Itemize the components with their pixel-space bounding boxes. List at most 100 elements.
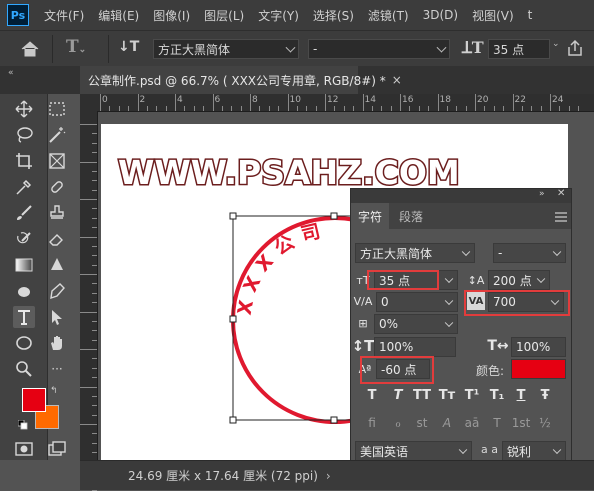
fractions-button[interactable]: ½	[536, 414, 554, 432]
gradient-tool-icon[interactable]	[13, 254, 35, 276]
dodge-tool-icon[interactable]	[13, 280, 35, 302]
zoom-tool-icon[interactable]	[13, 358, 35, 380]
pen-tool-icon[interactable]	[46, 280, 68, 302]
healing-brush-tool-icon[interactable]	[46, 176, 68, 198]
swash-button[interactable]: A	[438, 414, 456, 432]
discretionary-ligatures-button[interactable]: st	[413, 414, 431, 432]
ruler-minor-tick	[92, 452, 97, 454]
screen-mode-icon[interactable]	[46, 438, 68, 460]
tsume-field[interactable]: 0%	[374, 314, 458, 334]
tab-paragraph[interactable]: 段落	[393, 203, 429, 229]
antialias-select[interactable]: 锐利	[502, 441, 566, 461]
collapse-panel-icon[interactable]: »	[539, 189, 545, 199]
close-panel-icon[interactable]: ✕	[557, 188, 565, 199]
panel-font-family-select[interactable]: 方正大黑简体	[355, 243, 475, 263]
font-family-select[interactable]: 方正大黑简体	[153, 39, 299, 59]
superscript-button[interactable]: T¹	[463, 386, 481, 404]
horizontal-scale-field[interactable]: 100%	[511, 337, 566, 357]
menu-file[interactable]: 文件(F)	[37, 7, 91, 24]
foreground-color-swatch[interactable]	[22, 388, 46, 412]
menu-overflow[interactable]: t	[521, 8, 540, 22]
stamp-tool-icon[interactable]	[46, 202, 68, 224]
ruler-tick	[475, 94, 476, 111]
close-tab-button[interactable]: ×	[392, 73, 402, 87]
collapse-panels-icon[interactable]: «	[8, 68, 22, 78]
leading-field[interactable]: 200 点	[488, 270, 550, 290]
marquee-tool-icon[interactable]	[46, 98, 68, 120]
titling-alternates-button[interactable]: T	[488, 414, 506, 432]
language-select[interactable]: 美国英语	[355, 441, 472, 461]
antialias-value: 锐利	[507, 444, 532, 459]
path-selection-tool-icon[interactable]	[46, 306, 68, 328]
menu-view[interactable]: 视图(V)	[465, 7, 521, 24]
panel-font-family-value: 方正大黑简体	[360, 246, 433, 261]
subscript-button[interactable]: T₁	[488, 386, 506, 404]
faux-bold-button[interactable]: T	[363, 386, 381, 404]
text-color-swatch[interactable]	[511, 359, 566, 379]
vertical-ruler[interactable]	[80, 111, 98, 491]
menu-3d[interactable]: 3D(D)	[416, 8, 465, 22]
ruler-label: 6	[214, 95, 221, 105]
small-caps-button[interactable]: Tт	[438, 386, 456, 404]
font-style-select[interactable]: -	[308, 39, 450, 59]
font-size-input[interactable]: 35 点	[488, 39, 550, 59]
menu-layer[interactable]: 图层(L)	[197, 7, 251, 24]
menu-select[interactable]: 选择(S)	[306, 7, 361, 24]
status-menu-arrow[interactable]: ›	[326, 469, 331, 483]
tab-character[interactable]: 字符	[351, 203, 389, 229]
ligatures-button[interactable]: fi	[363, 414, 381, 432]
horizontal-ruler[interactable]: 0 2 4 6 8 10 12 14 16 18 20 22 24	[80, 94, 594, 112]
faux-italic-button[interactable]: T	[389, 386, 407, 404]
type-tool-preset-icon[interactable]: T⌄	[66, 37, 100, 61]
ordinals-button[interactable]: 1st	[512, 414, 531, 432]
blur-tool-icon[interactable]	[46, 254, 68, 276]
ruler-tick	[287, 94, 289, 111]
move-tool-icon[interactable]	[13, 98, 35, 120]
share-icon[interactable]	[566, 39, 586, 59]
eraser-tool-icon[interactable]	[46, 228, 68, 250]
menu-type[interactable]: 文字(Y)	[251, 7, 306, 24]
lasso-tool-icon[interactable]	[13, 124, 35, 146]
kerning-field[interactable]: 0	[376, 292, 458, 312]
strikethrough-button[interactable]: Ŧ	[536, 386, 554, 404]
options-bar: T⌄ ↓T 方正大黑简体 - ꓕT 35 点 ⌄	[0, 30, 594, 67]
hand-tool-icon[interactable]	[46, 332, 68, 354]
panel-menu-icon[interactable]	[555, 211, 567, 222]
ruler-minor-tick	[456, 106, 458, 111]
more-tools-icon[interactable]: ···	[46, 358, 68, 380]
swap-colors-icon[interactable]: ↰	[50, 386, 60, 396]
eyedropper-tool-icon[interactable]	[13, 176, 35, 198]
toggle-text-orientation-icon[interactable]: ↓T	[118, 39, 142, 59]
ruler-tick	[550, 94, 551, 111]
document-tab[interactable]: 公章制作.psd @ 66.7% ( XXX公司专用章, RGB/8#) * ×	[80, 66, 402, 94]
history-brush-tool-icon[interactable]	[13, 228, 35, 250]
document-tab-strip: « 公章制作.psd @ 66.7% ( XXX公司专用章, RGB/8#) *…	[0, 66, 594, 94]
underline-button[interactable]: T	[512, 386, 530, 404]
contextual-alternates-button[interactable]: ℴ	[389, 414, 407, 432]
quick-mask-icon[interactable]	[13, 438, 35, 460]
tools-panel: ··· ↰	[0, 94, 66, 460]
ellipse-tool-icon[interactable]	[13, 332, 35, 354]
magic-wand-tool-icon[interactable]	[46, 124, 68, 146]
ruler-tick	[80, 161, 97, 163]
menu-image[interactable]: 图像(I)	[146, 7, 197, 24]
ruler-minor-tick	[343, 106, 345, 111]
panel-header[interactable]: » ✕	[351, 188, 571, 203]
ruler-minor-tick	[92, 170, 97, 172]
vertical-scale-field[interactable]: 100%	[374, 337, 456, 357]
default-colors-icon[interactable]	[17, 419, 28, 430]
crop-tool-icon[interactable]	[13, 150, 35, 172]
menu-filter[interactable]: 滤镜(T)	[361, 7, 416, 24]
all-caps-button[interactable]: TT	[413, 386, 431, 404]
menu-edit[interactable]: 编辑(E)	[91, 7, 146, 24]
ruler-minor-tick	[92, 330, 97, 332]
stylistic-alternates-button[interactable]: aā	[463, 414, 481, 432]
font-size-dropdown-icon[interactable]: ⌄	[552, 39, 562, 59]
brush-tool-icon[interactable]	[13, 202, 35, 224]
type-tool-icon[interactable]	[13, 306, 35, 328]
ruler-tick	[80, 349, 97, 350]
frame-tool-icon[interactable]	[46, 150, 68, 172]
panel-font-style-select[interactable]: -	[493, 243, 566, 263]
ruler-minor-tick	[92, 358, 97, 360]
home-icon[interactable]	[20, 40, 40, 58]
